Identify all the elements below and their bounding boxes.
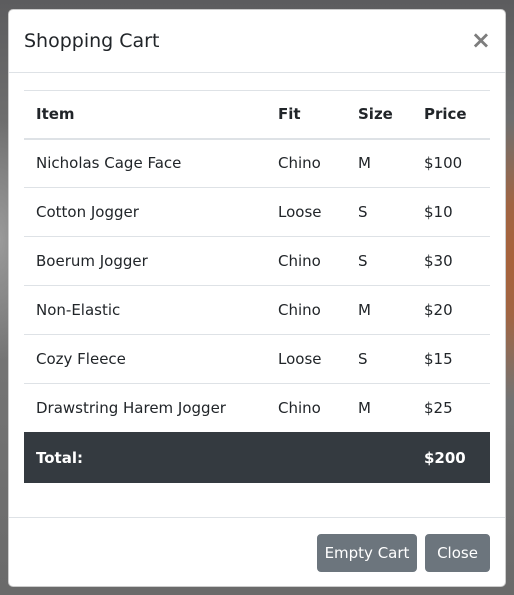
modal-body: Item Fit Size Price Nicholas Cage Face C…: [24, 90, 490, 483]
table-row: Drawstring Harem Jogger Chino M $25: [24, 383, 490, 433]
cell-item: Drawstring Harem Jogger: [24, 383, 266, 433]
cell-size: M: [358, 154, 371, 173]
cell-fit: Loose: [266, 187, 346, 237]
cell-price: $30: [412, 236, 490, 286]
cell-price: $100: [424, 154, 463, 173]
modal-footer: Empty Cart Close: [9, 517, 505, 586]
total-label: Total:: [24, 432, 266, 483]
cell-price: $10: [412, 187, 490, 237]
cell-size: S: [346, 187, 412, 237]
table-row: Boerum Jogger Chino S $30: [24, 236, 490, 286]
header-item: Item: [24, 90, 266, 140]
cart-table: Item Fit Size Price Nicholas Cage Face C…: [24, 90, 490, 483]
total-spacer: [346, 432, 412, 483]
table-header-row: Item Fit Size Price: [24, 90, 490, 140]
cell-fit: Chino: [266, 236, 346, 286]
cell-size: S: [346, 236, 412, 286]
table-row: Nicholas Cage Face Chino M $100: [24, 139, 490, 188]
table-row: Cotton Jogger Loose S $10: [24, 187, 490, 237]
cell-size: S: [346, 334, 412, 384]
cell-price: $25: [412, 383, 490, 433]
total-value: $200: [412, 432, 490, 483]
total-row: Total: $200: [24, 432, 490, 483]
cell-fit: Loose: [266, 334, 346, 384]
header-price: Price: [412, 90, 490, 140]
cell-size: M: [346, 285, 412, 335]
close-icon[interactable]: ×: [471, 27, 491, 53]
empty-cart-button[interactable]: Empty Cart: [317, 534, 417, 572]
cell-item: Cotton Jogger: [24, 187, 266, 237]
cell-item: Cozy Fleece: [24, 334, 266, 384]
shopping-cart-modal: Shopping Cart × Item Fit Size Price Nich…: [8, 9, 506, 587]
close-button[interactable]: Close: [425, 534, 490, 572]
cell-price: $20: [412, 285, 490, 335]
modal-title: Shopping Cart: [24, 30, 160, 52]
cell-item: Non-Elastic: [24, 285, 266, 335]
header-size: Size: [346, 90, 412, 140]
table-row: Cozy Fleece Loose S $15: [24, 334, 490, 384]
cell-price: $15: [412, 334, 490, 384]
cell-item: Nicholas Cage Face: [36, 154, 182, 173]
modal-header: Shopping Cart ×: [9, 10, 505, 73]
cell-fit: Chino: [266, 285, 346, 335]
cell-fit: Chino: [278, 154, 321, 173]
total-spacer: [266, 432, 346, 483]
header-fit: Fit: [266, 90, 346, 140]
cell-item: Boerum Jogger: [24, 236, 266, 286]
cell-fit: Chino: [266, 383, 346, 433]
cell-size: M: [346, 383, 412, 433]
table-row: Non-Elastic Chino M $20: [24, 285, 490, 335]
